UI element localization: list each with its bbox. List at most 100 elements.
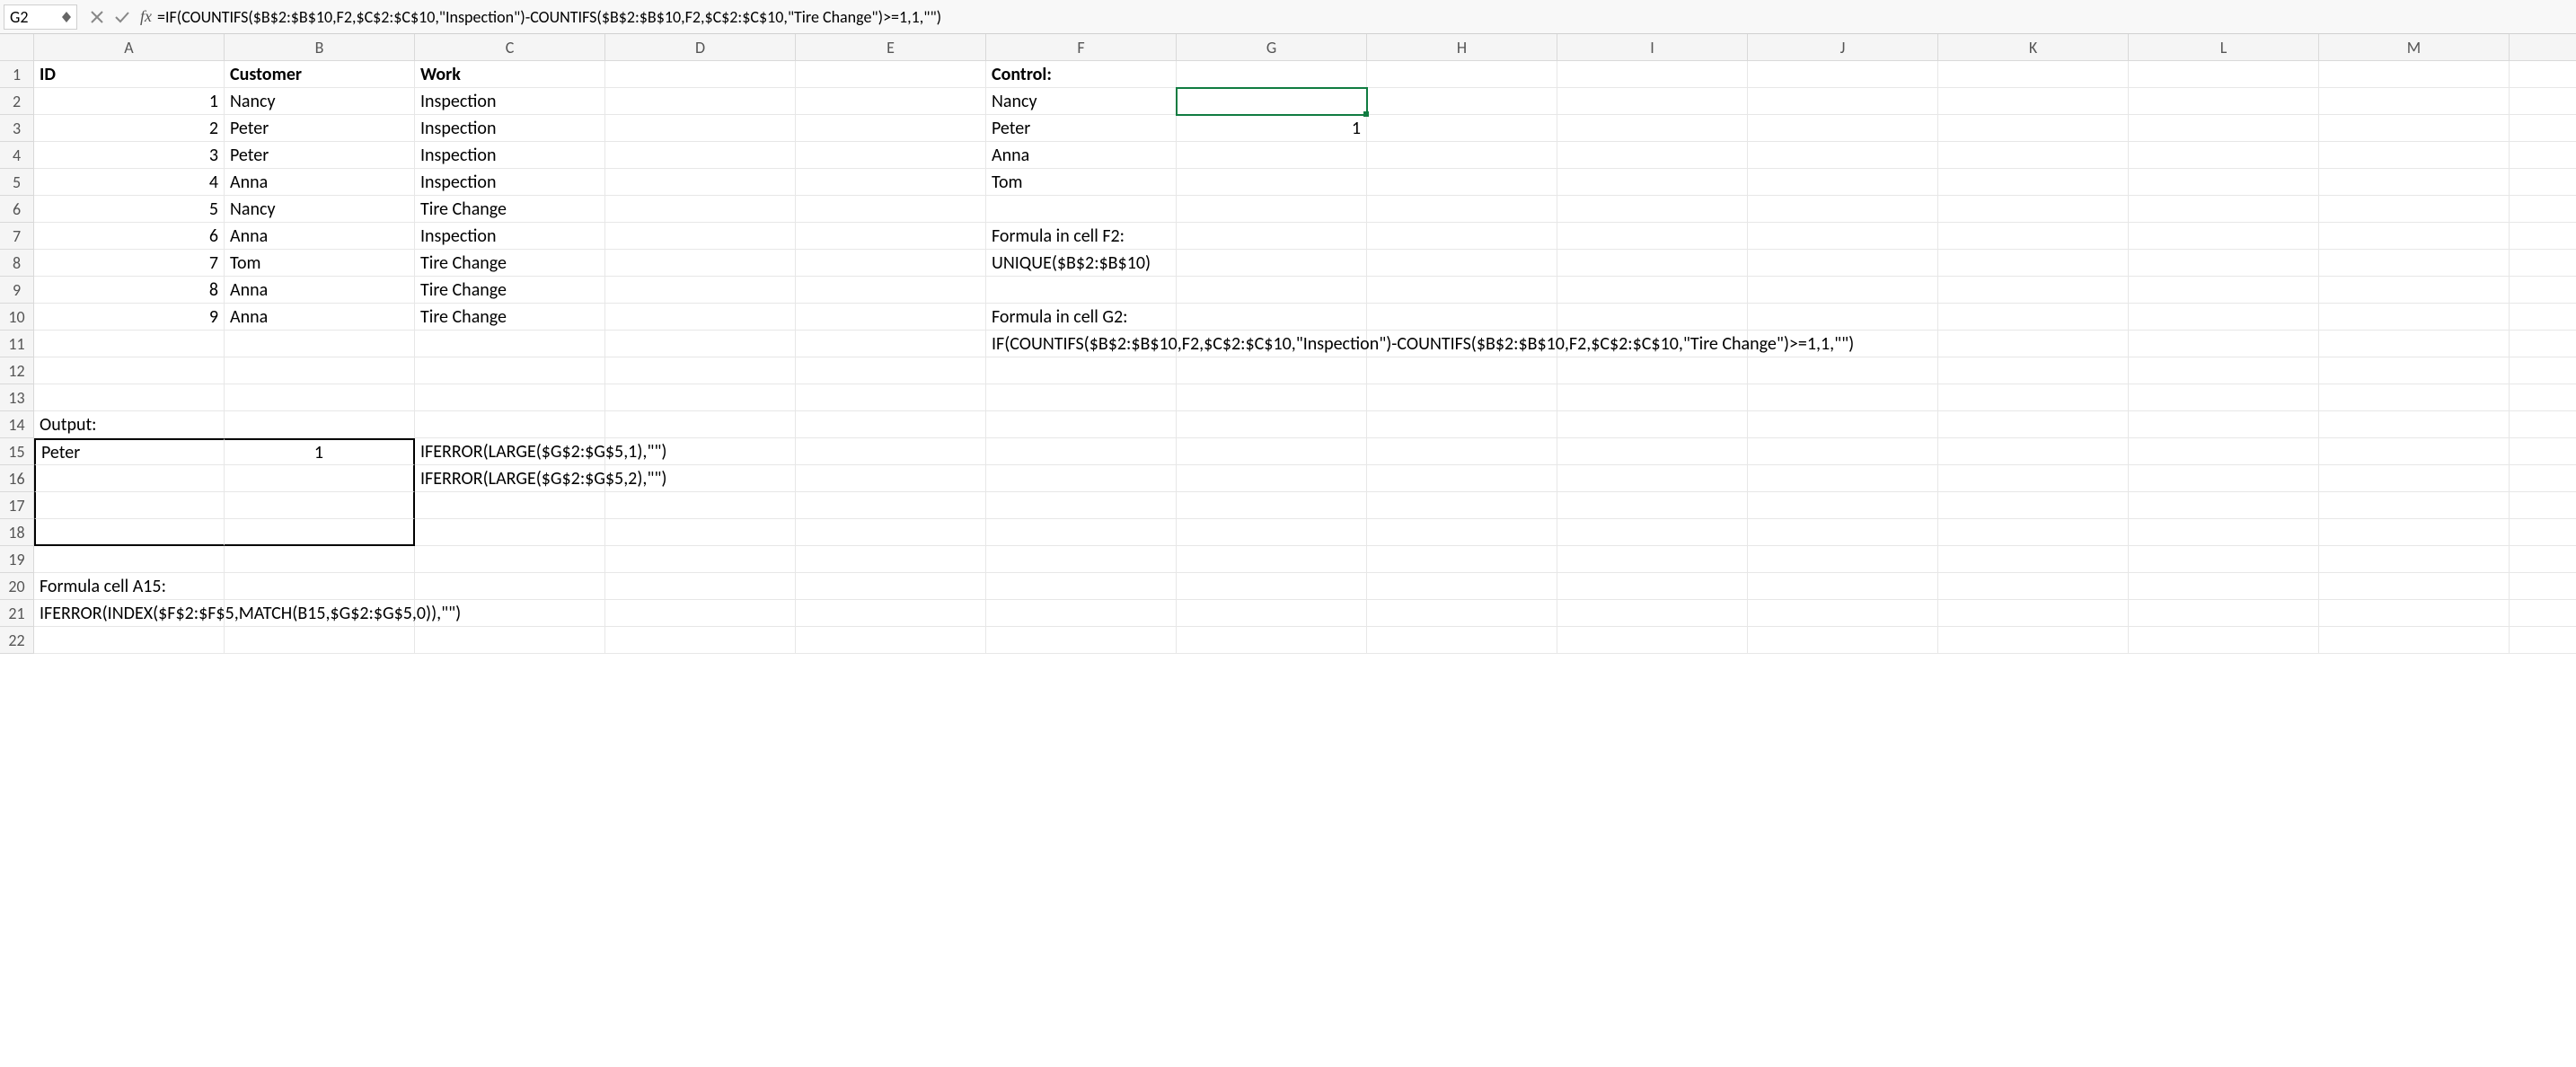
column-header[interactable]: G <box>1177 34 1367 61</box>
cell-M9[interactable] <box>2319 277 2510 304</box>
cell-I12[interactable] <box>1557 357 1748 384</box>
cell-M22[interactable] <box>2319 627 2510 654</box>
cell-K2[interactable] <box>1938 88 2129 115</box>
cell-M11[interactable] <box>2319 331 2510 357</box>
cell-I9[interactable] <box>1557 277 1748 304</box>
cell-J2[interactable] <box>1748 88 1938 115</box>
row-header[interactable]: 7 <box>0 223 34 250</box>
cell-F22[interactable] <box>986 627 1177 654</box>
cell-I15[interactable] <box>1557 438 1748 465</box>
cell-M20[interactable] <box>2319 573 2510 600</box>
cell-A4[interactable]: 3 <box>34 142 225 169</box>
cell-B14[interactable] <box>225 411 415 438</box>
cell-G1[interactable] <box>1177 61 1367 88</box>
cell-L1[interactable] <box>2129 61 2319 88</box>
cell-B12[interactable] <box>225 357 415 384</box>
cell-B19[interactable] <box>225 546 415 573</box>
cell-C18[interactable] <box>415 519 605 546</box>
cell-B16[interactable] <box>225 465 415 492</box>
cell-G22[interactable] <box>1177 627 1367 654</box>
cell-F18[interactable] <box>986 519 1177 546</box>
cell-G16[interactable] <box>1177 465 1367 492</box>
column-header[interactable]: B <box>225 34 415 61</box>
row-header[interactable]: 14 <box>0 411 34 438</box>
cell-K10[interactable] <box>1938 304 2129 331</box>
cell-N9[interactable] <box>2510 277 2576 304</box>
cell-A1[interactable]: ID <box>34 61 225 88</box>
cell-C17[interactable] <box>415 492 605 519</box>
cell-J3[interactable] <box>1748 115 1938 142</box>
cell-M10[interactable] <box>2319 304 2510 331</box>
cell-B4[interactable]: Peter <box>225 142 415 169</box>
cell-M1[interactable] <box>2319 61 2510 88</box>
cell-A9[interactable]: 8 <box>34 277 225 304</box>
cell-F21[interactable] <box>986 600 1177 627</box>
cell-H15[interactable] <box>1367 438 1557 465</box>
cell-J14[interactable] <box>1748 411 1938 438</box>
cell-L13[interactable] <box>2129 384 2319 411</box>
cell-L22[interactable] <box>2129 627 2319 654</box>
cell-K15[interactable] <box>1938 438 2129 465</box>
column-header[interactable]: N <box>2510 34 2576 61</box>
cell-M15[interactable] <box>2319 438 2510 465</box>
cell-G15[interactable] <box>1177 438 1367 465</box>
cell-D2[interactable] <box>605 88 796 115</box>
cell-M6[interactable] <box>2319 196 2510 223</box>
cell-K21[interactable] <box>1938 600 2129 627</box>
cell-J4[interactable] <box>1748 142 1938 169</box>
cell-H4[interactable] <box>1367 142 1557 169</box>
cell-E21[interactable] <box>796 600 986 627</box>
cell-G9[interactable] <box>1177 277 1367 304</box>
cell-N11[interactable] <box>2510 331 2576 357</box>
cell-E8[interactable] <box>796 250 986 277</box>
cell-G4[interactable] <box>1177 142 1367 169</box>
cell-N6[interactable] <box>2510 196 2576 223</box>
cell-C12[interactable] <box>415 357 605 384</box>
cell-A3[interactable]: 2 <box>34 115 225 142</box>
cell-I16[interactable] <box>1557 465 1748 492</box>
cell-N14[interactable] <box>2510 411 2576 438</box>
cell-J17[interactable] <box>1748 492 1938 519</box>
cell-D19[interactable] <box>605 546 796 573</box>
cell-L12[interactable] <box>2129 357 2319 384</box>
cell-B11[interactable] <box>225 331 415 357</box>
cell-A16[interactable] <box>34 465 225 492</box>
cell-I5[interactable] <box>1557 169 1748 196</box>
cell-F14[interactable] <box>986 411 1177 438</box>
cell-B15[interactable]: 1 <box>225 438 415 465</box>
row-header[interactable]: 21 <box>0 600 34 627</box>
cell-F16[interactable] <box>986 465 1177 492</box>
cell-F1[interactable]: Control: <box>986 61 1177 88</box>
cell-D14[interactable] <box>605 411 796 438</box>
cell-K1[interactable] <box>1938 61 2129 88</box>
column-header[interactable]: J <box>1748 34 1938 61</box>
cell-G19[interactable] <box>1177 546 1367 573</box>
cell-J15[interactable] <box>1748 438 1938 465</box>
row-header[interactable]: 13 <box>0 384 34 411</box>
cell-L4[interactable] <box>2129 142 2319 169</box>
cell-L18[interactable] <box>2129 519 2319 546</box>
column-header[interactable]: D <box>605 34 796 61</box>
cell-I10[interactable] <box>1557 304 1748 331</box>
cell-F17[interactable] <box>986 492 1177 519</box>
cell-H2[interactable] <box>1367 88 1557 115</box>
cell-I14[interactable] <box>1557 411 1748 438</box>
column-header[interactable]: I <box>1557 34 1748 61</box>
cell-D5[interactable] <box>605 169 796 196</box>
cell-C9[interactable]: Tire Change <box>415 277 605 304</box>
cell-E11[interactable] <box>796 331 986 357</box>
row-header[interactable]: 17 <box>0 492 34 519</box>
row-header[interactable]: 5 <box>0 169 34 196</box>
cell-K22[interactable] <box>1938 627 2129 654</box>
cell-A8[interactable]: 7 <box>34 250 225 277</box>
cell-J21[interactable] <box>1748 600 1938 627</box>
cell-H7[interactable] <box>1367 223 1557 250</box>
cell-J16[interactable] <box>1748 465 1938 492</box>
cell-H3[interactable] <box>1367 115 1557 142</box>
row-header[interactable]: 8 <box>0 250 34 277</box>
cell-L19[interactable] <box>2129 546 2319 573</box>
cell-E15[interactable] <box>796 438 986 465</box>
cell-D18[interactable] <box>605 519 796 546</box>
cell-J5[interactable] <box>1748 169 1938 196</box>
cell-E14[interactable] <box>796 411 986 438</box>
